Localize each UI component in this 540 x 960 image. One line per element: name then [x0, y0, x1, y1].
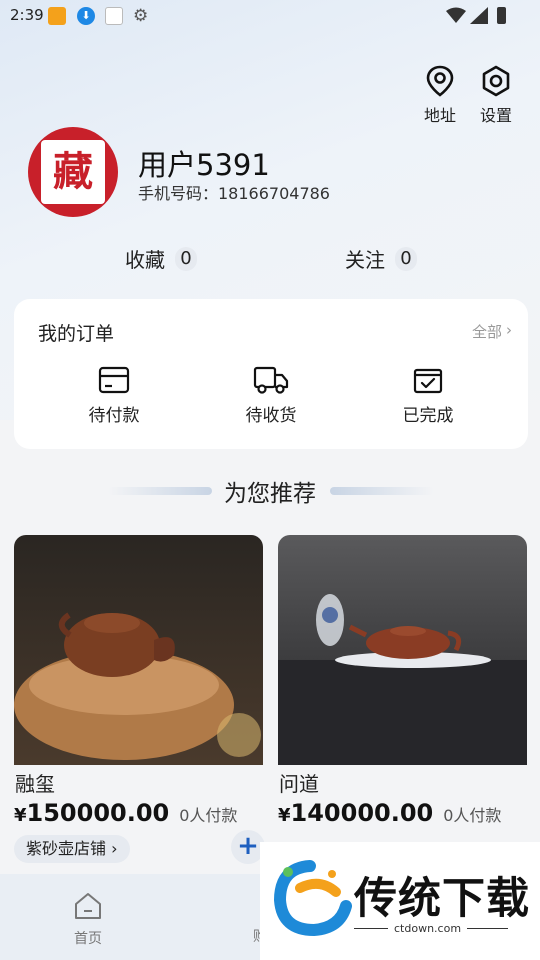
order-title: 我的订单	[38, 323, 115, 345]
shop-name: 紫砂壶店铺	[26, 839, 107, 858]
settings-status-icon: ⚙	[133, 6, 149, 26]
chevron-right-icon: ›	[506, 321, 512, 339]
paid-count: 0人付款	[443, 806, 502, 825]
follow-label: 关注	[345, 248, 385, 272]
product-card[interactable]: 融玺 ¥150000.00 0人付款	[14, 535, 263, 827]
price-value: 140000.00	[290, 799, 434, 827]
order-pending-receipt[interactable]: 待收货	[221, 365, 321, 426]
wifi-icon	[446, 7, 466, 23]
order-pending-payment[interactable]: 待付款	[64, 365, 164, 426]
address-button[interactable]: 地址	[420, 64, 460, 126]
order-item-label: 已完成	[402, 406, 454, 426]
product-card[interactable]: 问道 ¥140000.00 0人付款	[278, 535, 527, 827]
follow-stat[interactable]: 关注 0	[345, 244, 417, 273]
order-completed[interactable]: 已完成	[378, 365, 478, 426]
check-box-icon	[413, 368, 443, 394]
card-icon	[98, 366, 130, 394]
user-name: 用户5391	[138, 148, 270, 182]
nav-home[interactable]: 首页	[58, 890, 118, 948]
price-value: 150000.00	[26, 799, 170, 827]
order-item-label: 待付款	[88, 406, 140, 426]
currency-symbol: ¥	[14, 805, 27, 826]
nav-home-label: 首页	[74, 931, 102, 947]
order-all-link[interactable]: 全部	[472, 321, 502, 342]
recommend-title: 为您推荐	[224, 481, 316, 507]
address-label: 地址	[423, 106, 456, 125]
product-image[interactable]	[14, 535, 263, 765]
watermark-url: ctdown.com	[388, 922, 468, 935]
product-price: ¥150000.00	[14, 799, 169, 827]
divider	[330, 487, 434, 495]
watermark-logo-icon	[273, 860, 352, 937]
favorites-label: 收藏	[125, 248, 165, 272]
avatar[interactable]: 藏	[28, 127, 118, 217]
signal-icon	[470, 7, 488, 24]
user-phone: 手机号码：18166704786	[138, 184, 330, 203]
home-icon	[75, 893, 101, 919]
battery-icon	[497, 7, 506, 24]
shop-tag[interactable]: 紫砂壶店铺 ›	[14, 835, 130, 863]
settings-button[interactable]: 设置	[476, 64, 516, 126]
order-card: 我的订单 全部 › 待付款 待收货 已完成	[14, 299, 528, 449]
avatar-seal: 藏	[41, 140, 105, 204]
truck-icon	[253, 366, 289, 394]
currency-symbol: ¥	[278, 805, 291, 826]
status-time: 2:39	[10, 6, 44, 24]
watermark-title: 传统下载	[354, 874, 530, 924]
product-name: 融玺	[15, 772, 55, 796]
gear-icon	[482, 65, 510, 97]
paid-count: 0人付款	[179, 806, 238, 825]
location-pin-icon	[426, 65, 454, 97]
chevron-right-icon: ›	[111, 839, 118, 858]
watermark-overlay: 传统下载 ctdown.com	[260, 842, 540, 960]
app-notification-icon	[48, 7, 66, 25]
product-name: 问道	[279, 772, 319, 796]
status-bar: 2:39 ⬇ ⚙	[0, 0, 540, 32]
product-price: ¥140000.00	[278, 799, 433, 827]
favorites-count: 0	[175, 246, 197, 271]
favorites-stat[interactable]: 收藏 0	[125, 244, 197, 273]
settings-label: 设置	[479, 106, 512, 125]
follow-count: 0	[395, 246, 417, 271]
download-icon: ⬇	[77, 7, 95, 25]
order-item-label: 待收货	[245, 406, 297, 426]
product-image[interactable]	[278, 535, 527, 765]
app-badge-icon	[105, 7, 123, 25]
